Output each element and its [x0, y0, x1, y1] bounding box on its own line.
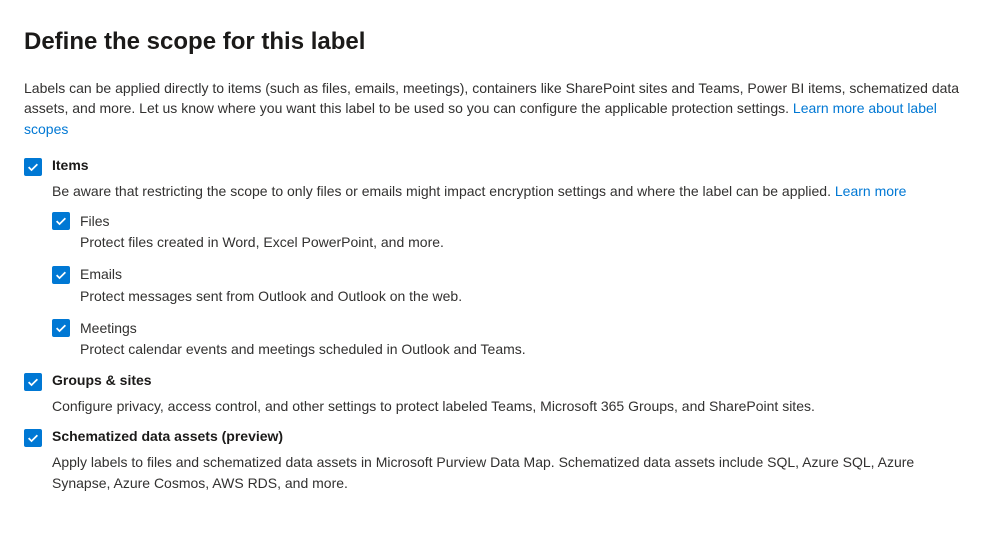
schematized-desc: Apply labels to files and schematized da…	[52, 452, 976, 493]
meetings-title: Meetings	[80, 320, 137, 336]
items-learn-more-link[interactable]: Learn more	[835, 183, 907, 199]
groups-desc: Configure privacy, access control, and o…	[52, 396, 976, 416]
sub-option-emails: Emails Protect messages sent from Outloo…	[52, 265, 976, 307]
sub-option-meetings: Meetings Protect calendar events and mee…	[52, 318, 976, 360]
items-checkbox[interactable]	[24, 158, 42, 176]
scope-items-section: Items Be aware that restricting the scop…	[24, 157, 976, 360]
sub-option-files: Files Protect files created in Word, Exc…	[52, 211, 976, 253]
files-title: Files	[80, 213, 110, 229]
scope-schematized-section: Schematized data assets (preview) Apply …	[24, 428, 976, 493]
checkmark-icon	[26, 375, 40, 389]
checkmark-icon	[54, 214, 68, 228]
files-desc: Protect files created in Word, Excel Pow…	[80, 233, 976, 253]
groups-title: Groups & sites	[52, 372, 152, 388]
page-title: Define the scope for this label	[24, 28, 976, 56]
meetings-desc: Protect calendar events and meetings sch…	[80, 340, 976, 360]
checkmark-icon	[54, 268, 68, 282]
schematized-checkbox[interactable]	[24, 429, 42, 447]
checkmark-icon	[26, 160, 40, 174]
schematized-title: Schematized data assets (preview)	[52, 428, 283, 444]
meetings-checkbox[interactable]	[52, 319, 70, 337]
files-checkbox[interactable]	[52, 212, 70, 230]
intro-paragraph: Labels can be applied directly to items …	[24, 78, 976, 139]
items-desc-text: Be aware that restricting the scope to o…	[52, 183, 835, 199]
scope-groups-section: Groups & sites Configure privacy, access…	[24, 372, 976, 416]
items-description: Be aware that restricting the scope to o…	[52, 181, 976, 201]
emails-desc: Protect messages sent from Outlook and O…	[80, 287, 976, 307]
emails-checkbox[interactable]	[52, 266, 70, 284]
checkmark-icon	[54, 321, 68, 335]
checkmark-icon	[26, 431, 40, 445]
groups-checkbox[interactable]	[24, 373, 42, 391]
items-title: Items	[52, 157, 89, 173]
emails-title: Emails	[80, 266, 122, 282]
